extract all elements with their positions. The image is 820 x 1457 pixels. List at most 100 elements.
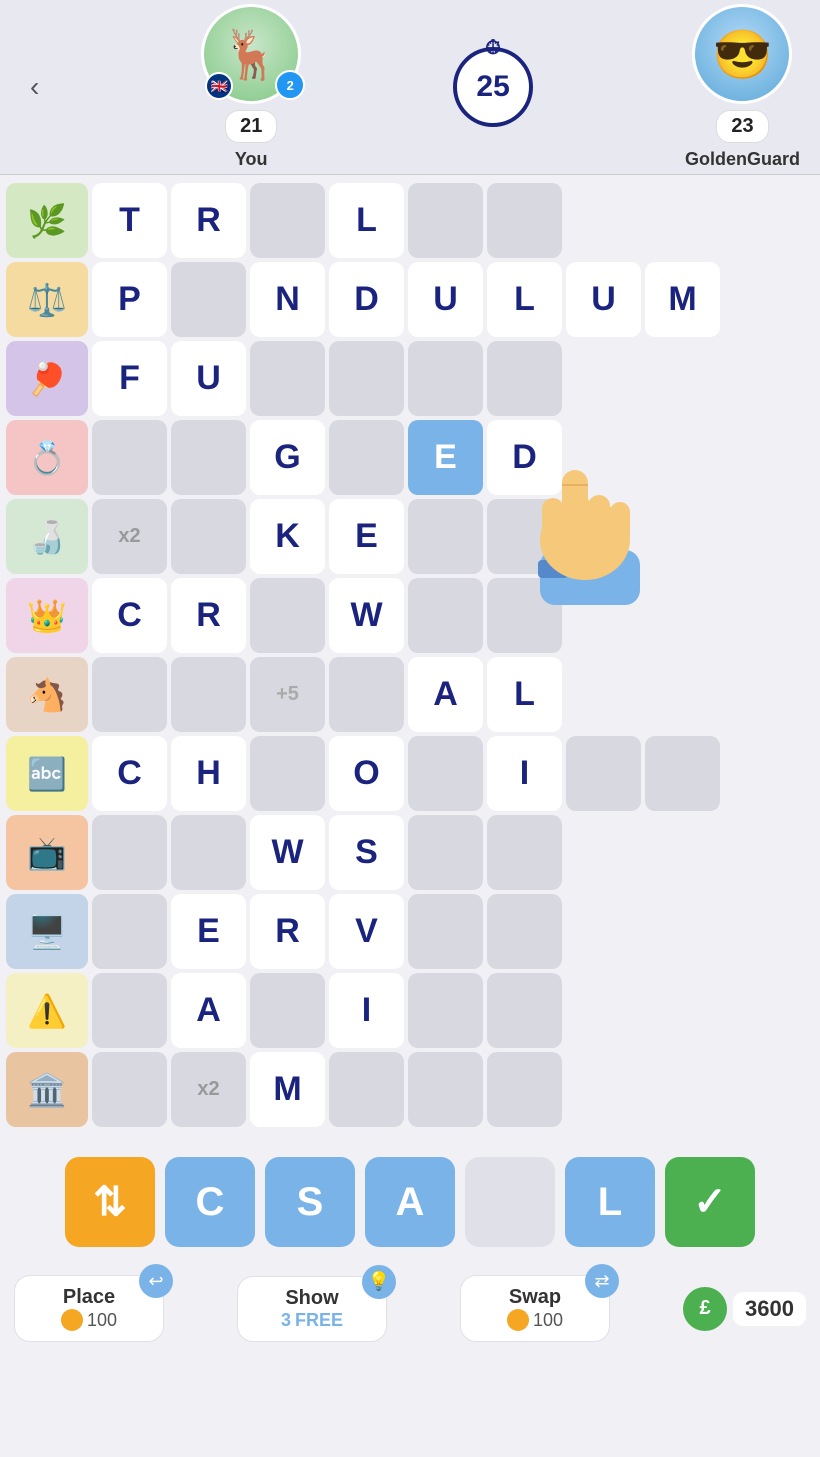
swap-button[interactable]: ⇄ Swap 100 xyxy=(460,1275,610,1342)
cell-3-3[interactable] xyxy=(250,341,325,416)
cell-4-1[interactable] xyxy=(92,420,167,495)
letter-tile-5[interactable]: L xyxy=(565,1157,655,1247)
place-button[interactable]: ↩ Place 100 xyxy=(14,1275,164,1342)
board-row-5: 🍶x2KE xyxy=(6,499,814,574)
add-coins-button[interactable]: £ xyxy=(683,1287,727,1331)
cell-4-4[interactable] xyxy=(329,420,404,495)
cell-5-6[interactable] xyxy=(487,499,562,574)
cell-2-6[interactable]: L xyxy=(487,262,562,337)
cell-12-1[interactable] xyxy=(92,1052,167,1127)
cell-12-4[interactable] xyxy=(329,1052,404,1127)
cell-1-2[interactable]: R xyxy=(171,183,246,258)
cell-12-2[interactable]: x2 xyxy=(171,1052,246,1127)
cell-6-2[interactable]: R xyxy=(171,578,246,653)
cell-6-6[interactable] xyxy=(487,578,562,653)
cell-8-2[interactable]: H xyxy=(171,736,246,811)
cell-11-1[interactable] xyxy=(92,973,167,1048)
cell-12-5[interactable] xyxy=(408,1052,483,1127)
cell-2-7[interactable]: U xyxy=(566,262,641,337)
coins-amount: 3600 xyxy=(733,1292,806,1326)
confirm-button[interactable]: ✓ xyxy=(665,1157,755,1247)
cells-row-6: CR W xyxy=(92,578,814,653)
cell-4-5[interactable]: E xyxy=(408,420,483,495)
cell-5-1[interactable]: x2 xyxy=(92,499,167,574)
cell-4-3[interactable]: G xyxy=(250,420,325,495)
cell-1-5[interactable] xyxy=(408,183,483,258)
cell-2-4[interactable]: D xyxy=(329,262,404,337)
cell-8-8[interactable] xyxy=(645,736,720,811)
cell-9-1[interactable] xyxy=(92,815,167,890)
cell-11-4[interactable]: I xyxy=(329,973,404,1048)
show-free-count: 3 xyxy=(281,1310,291,1331)
cell-4-6[interactable]: D xyxy=(487,420,562,495)
cell-10-1[interactable] xyxy=(92,894,167,969)
cell-2-2[interactable] xyxy=(171,262,246,337)
cell-3-4[interactable] xyxy=(329,341,404,416)
letter-tile-4[interactable] xyxy=(465,1157,555,1247)
cell-9-4[interactable]: S xyxy=(329,815,404,890)
cell-5-5[interactable] xyxy=(408,499,483,574)
cell-7-2[interactable] xyxy=(171,657,246,732)
cell-10-4[interactable]: V xyxy=(329,894,404,969)
cell-8-5[interactable] xyxy=(408,736,483,811)
cell-6-1[interactable]: C xyxy=(92,578,167,653)
letter-tile-2[interactable]: S xyxy=(265,1157,355,1247)
cell-3-2[interactable]: U xyxy=(171,341,246,416)
cell-7-1[interactable] xyxy=(92,657,167,732)
cell-6-4[interactable]: W xyxy=(329,578,404,653)
shuffle-button[interactable]: ⇅ xyxy=(65,1157,155,1247)
cell-6-3[interactable] xyxy=(250,578,325,653)
cell-6-5[interactable] xyxy=(408,578,483,653)
place-cost: 100 xyxy=(61,1309,117,1331)
swap-label: Swap xyxy=(509,1286,561,1309)
cell-9-6[interactable] xyxy=(487,815,562,890)
cell-5-4[interactable]: E xyxy=(329,499,404,574)
cell-1-1[interactable]: T xyxy=(92,183,167,258)
cell-8-4[interactable]: O xyxy=(329,736,404,811)
cell-10-5[interactable] xyxy=(408,894,483,969)
back-button[interactable]: ‹ xyxy=(20,61,49,113)
cell-7-5[interactable]: A xyxy=(408,657,483,732)
cell-8-6[interactable]: I xyxy=(487,736,562,811)
cell-2-5[interactable]: U xyxy=(408,262,483,337)
cell-5-3[interactable]: K xyxy=(250,499,325,574)
cell-3-6[interactable] xyxy=(487,341,562,416)
cell-2-1[interactable]: P xyxy=(92,262,167,337)
timer-circle: ⏱ 25 xyxy=(453,47,533,127)
letter-tile-1[interactable]: C xyxy=(165,1157,255,1247)
cell-3-5[interactable] xyxy=(408,341,483,416)
cell-7-6[interactable]: L xyxy=(487,657,562,732)
cell-8-1[interactable]: C xyxy=(92,736,167,811)
cell-12-3[interactable]: M xyxy=(250,1052,325,1127)
cell-8-3[interactable] xyxy=(250,736,325,811)
cell-10-2[interactable]: E xyxy=(171,894,246,969)
cell-2-3[interactable]: N xyxy=(250,262,325,337)
cell-7-3[interactable]: +5 xyxy=(250,657,325,732)
cell-11-6[interactable] xyxy=(487,973,562,1048)
cell-2-8[interactable]: M xyxy=(645,262,720,337)
cell-7-4[interactable] xyxy=(329,657,404,732)
cell-1-6[interactable] xyxy=(487,183,562,258)
cell-1-4[interactable]: L xyxy=(329,183,404,258)
cell-4-2[interactable] xyxy=(171,420,246,495)
cell-8-7[interactable] xyxy=(566,736,641,811)
cells-row-7: +5 AL xyxy=(92,657,814,732)
cells-row-3: FU xyxy=(92,341,814,416)
cell-12-6[interactable] xyxy=(487,1052,562,1127)
cell-3-1[interactable]: F xyxy=(92,341,167,416)
cell-9-2[interactable] xyxy=(171,815,246,890)
cell-10-6[interactable] xyxy=(487,894,562,969)
show-button[interactable]: 💡 Show 3 FREE xyxy=(237,1276,387,1342)
cell-1-3[interactable] xyxy=(250,183,325,258)
letter-tile-3[interactable]: A xyxy=(365,1157,455,1247)
cell-5-2[interactable] xyxy=(171,499,246,574)
cell-9-3[interactable]: W xyxy=(250,815,325,890)
cell-9-5[interactable] xyxy=(408,815,483,890)
cell-11-3[interactable] xyxy=(250,973,325,1048)
cell-11-2[interactable]: A xyxy=(171,973,246,1048)
swap-coin-icon xyxy=(507,1309,529,1331)
avatar-opponent: 😎 xyxy=(692,4,792,104)
cell-11-5[interactable] xyxy=(408,973,483,1048)
cell-10-3[interactable]: R xyxy=(250,894,325,969)
player-opponent: 😎 23 GoldenGuard xyxy=(685,4,800,170)
